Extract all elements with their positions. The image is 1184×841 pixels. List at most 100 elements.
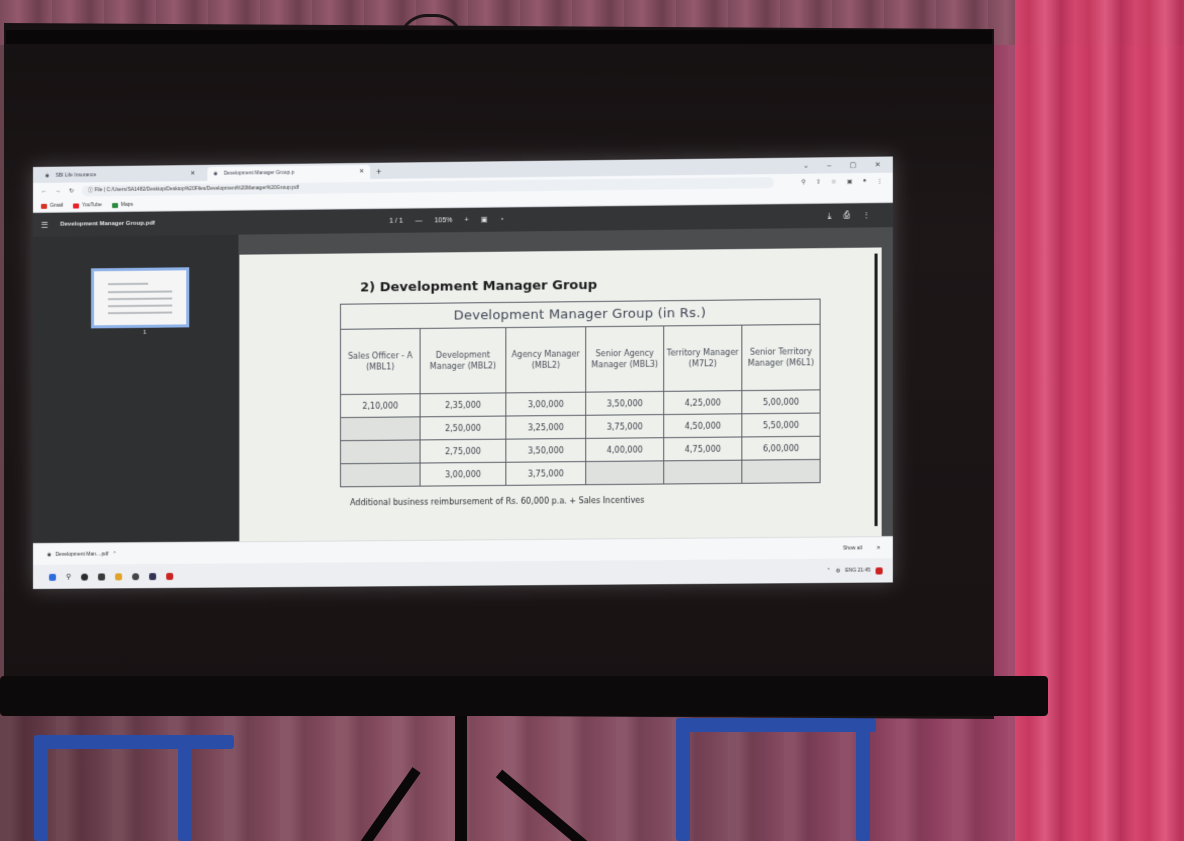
table-cell xyxy=(664,460,742,484)
bookmark-youtube[interactable]: YouTube xyxy=(73,202,102,208)
column-header: Sales Officer - A (MBL1) xyxy=(340,328,420,394)
thumbnail-table-line xyxy=(108,305,172,308)
tray-text: ENG 21:45 xyxy=(845,567,870,573)
tab-label: Development Manager Group.p xyxy=(224,166,294,181)
back-icon[interactable]: ← xyxy=(41,188,47,194)
more-options-icon[interactable]: ⋮ xyxy=(862,210,870,220)
show-all-button[interactable]: Show all xyxy=(843,545,862,551)
network-icon[interactable]: ◍ xyxy=(836,568,840,574)
pdf-body: 1 2) Development Manager Group Developme… xyxy=(33,227,893,543)
close-icon[interactable]: ✕ xyxy=(359,165,364,179)
thumbnail-heading-line xyxy=(108,283,148,285)
pdf-page-controls: 1 / 1 — 105% + ▣ ◔ xyxy=(389,216,503,225)
thumbnail-page-number: 1 xyxy=(143,330,146,336)
close-icon[interactable]: ✕ xyxy=(876,545,880,551)
bookmark-label: Maps xyxy=(121,202,133,208)
table-cell xyxy=(340,463,420,487)
table-cell: 3,00,000 xyxy=(420,462,506,486)
fit-page-icon[interactable]: ▣ xyxy=(481,216,488,224)
url-scheme: File xyxy=(94,187,102,193)
blue-stand-right xyxy=(676,718,876,732)
screen-bottom-bar xyxy=(0,676,1048,716)
table-cell: 2,50,000 xyxy=(420,416,506,440)
table-cell xyxy=(340,417,420,441)
zoom-out-icon[interactable]: — xyxy=(415,217,422,224)
column-header: Development Manager (MBL2) xyxy=(420,328,506,394)
close-icon[interactable]: ✕ xyxy=(190,167,195,181)
page-indicator[interactable]: 1 / 1 xyxy=(389,217,403,224)
table-cell: 2,10,000 xyxy=(340,394,420,418)
table-row: 3,00,000 3,75,000 xyxy=(340,459,820,486)
system-tray: ⌃ ◍ ENG 21:45 xyxy=(826,567,893,575)
zoom-icon[interactable]: ⚲ xyxy=(801,179,805,186)
star-icon[interactable]: ☆ xyxy=(831,178,836,185)
table-cell: 3,75,000 xyxy=(506,462,586,486)
download-item[interactable]: ◉ Development Man....pdf ⌃ xyxy=(47,551,117,558)
table-cell: 3,75,000 xyxy=(586,415,664,439)
youtube-icon xyxy=(73,203,79,208)
pdf-title: Development Manager Group.pdf xyxy=(60,221,155,228)
pdf-actions: ⤓ ⎙ ⋮ xyxy=(828,210,871,221)
table-cell: 4,50,000 xyxy=(664,414,742,438)
table-cell: 3,00,000 xyxy=(506,392,586,416)
zoom-level[interactable]: 105% xyxy=(434,217,452,224)
gmail-icon xyxy=(41,203,47,208)
pdf-app-icon[interactable] xyxy=(166,572,173,579)
column-header: Agency Manager (MBL2) xyxy=(506,327,586,393)
blue-stand-left xyxy=(34,735,234,749)
notification-icon[interactable] xyxy=(876,567,883,574)
table-cell: 3,50,000 xyxy=(506,438,586,462)
tab-search-button[interactable]: ⌄ xyxy=(803,160,809,174)
new-tab-button[interactable]: + xyxy=(376,165,381,179)
chrome-taskbar-icon[interactable] xyxy=(132,573,139,580)
thumbnail-table-line xyxy=(108,312,172,315)
sidepanel-icon[interactable]: ▣ xyxy=(847,178,853,185)
globe-icon: ◉ xyxy=(45,169,49,183)
profile-icon[interactable]: ● xyxy=(863,178,867,185)
column-header: Territory Manager (M7L2) xyxy=(664,325,742,391)
print-icon[interactable]: ⎙ xyxy=(844,210,851,220)
bookmark-label: YouTube xyxy=(82,202,102,208)
table-cell: 2,75,000 xyxy=(420,439,506,463)
thumbnail-table-line xyxy=(108,290,172,293)
bookmark-gmail[interactable]: Gmail xyxy=(41,203,63,209)
file-explorer-icon[interactable] xyxy=(115,573,122,580)
blue-stand-left-leg-2 xyxy=(178,740,192,841)
app-icon[interactable] xyxy=(149,573,156,580)
reload-icon[interactable]: ↻ xyxy=(69,188,74,195)
menu-icon[interactable]: ☰ xyxy=(41,220,48,229)
bookmark-maps[interactable]: Maps xyxy=(112,202,133,208)
pdf-scrollbar[interactable] xyxy=(875,254,878,527)
address-bar-actions: ⚲ ⇪ ☆ ▣ ● ⋮ xyxy=(801,178,893,186)
screen-top-bar xyxy=(6,30,992,44)
cortana-icon[interactable] xyxy=(81,573,88,580)
search-icon[interactable]: ⚲ xyxy=(66,573,71,581)
minimize-button[interactable]: – xyxy=(827,159,831,173)
photo-scene: ◉ SBI Life Insurance ✕ ◉ Development Man… xyxy=(0,0,1184,841)
page-thumbnail[interactable] xyxy=(91,267,189,328)
kebab-menu-icon[interactable]: ⋮ xyxy=(877,178,883,185)
table-cell: 4,25,000 xyxy=(664,391,742,415)
pdf-icon: ◉ xyxy=(213,167,217,181)
forward-icon[interactable]: → xyxy=(55,188,61,194)
table-cell xyxy=(340,440,420,464)
tray-chevron-icon[interactable]: ⌃ xyxy=(826,568,830,574)
maximize-button[interactable]: ▢ xyxy=(850,159,857,173)
download-icon[interactable]: ⤓ xyxy=(828,211,832,221)
rotate-icon[interactable]: ◔ xyxy=(500,216,504,223)
thumbnail-table-line xyxy=(108,297,172,300)
share-icon[interactable]: ⇪ xyxy=(816,179,821,186)
window-controls: ⌄ – ▢ ✕ xyxy=(803,159,893,174)
table-cell: 3,50,000 xyxy=(586,391,664,415)
close-window-button[interactable]: ✕ xyxy=(875,159,881,173)
url-text: C:/Users/SA1482/Desktop/Desktop%20Files/… xyxy=(107,185,299,193)
task-view-icon[interactable] xyxy=(98,573,105,580)
blue-stand-right-leg xyxy=(676,718,690,841)
bookmark-label: Gmail xyxy=(50,203,63,209)
table-cell xyxy=(586,461,664,485)
table-cell: 4,00,000 xyxy=(586,438,664,462)
chevron-up-icon[interactable]: ⌃ xyxy=(113,551,117,557)
zoom-in-icon[interactable]: + xyxy=(464,216,468,223)
windows-start-icon[interactable] xyxy=(49,573,56,580)
blue-stand-left-leg xyxy=(34,735,48,841)
